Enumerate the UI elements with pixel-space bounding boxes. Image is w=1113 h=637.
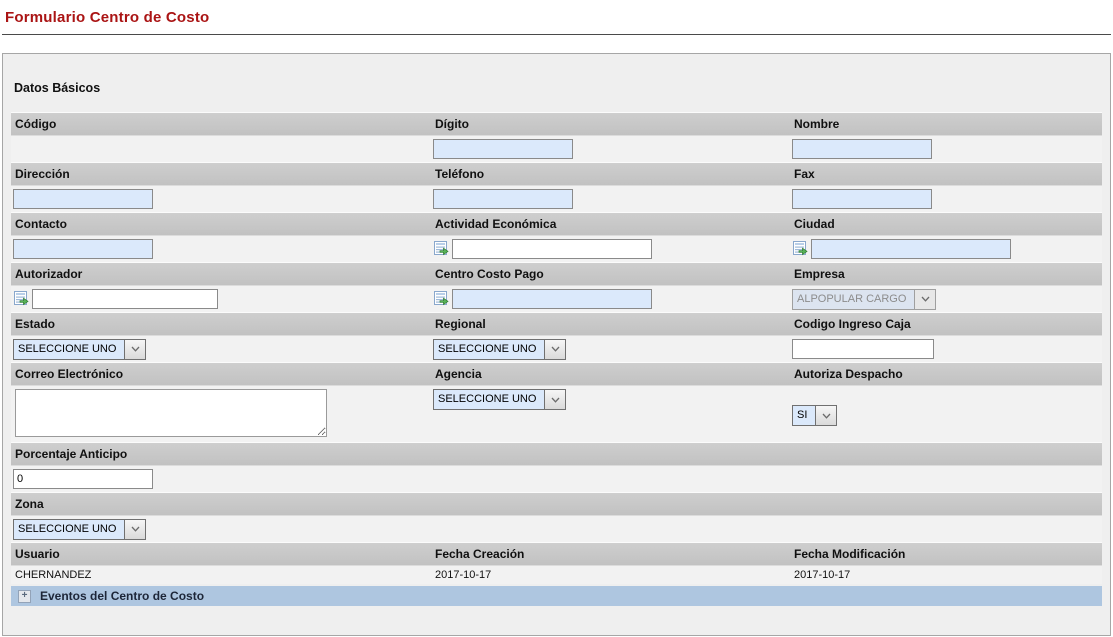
direccion-input[interactable] [13,189,153,209]
usuario-value: CHERNANDEZ [11,569,431,581]
nombre-label: Nombre [790,117,1102,131]
zona-select[interactable]: SELECCIONE UNO [13,519,146,540]
field-row-3 [11,236,1102,262]
contacto-input[interactable] [13,239,153,259]
eventos-header[interactable]: + Eventos del Centro de Costo [11,586,1102,606]
codigo-ingreso-caja-label: Codigo Ingreso Caja [790,317,1102,331]
autoriza-despacho-chevron-down-icon[interactable] [815,406,836,425]
datos-basicos-panel: Datos Básicos Código Dígito Nombre Direc… [2,53,1111,636]
autorizador-lookup-icon[interactable] [13,291,29,307]
porcentaje-anticipo-input[interactable] [13,469,153,489]
codigo-ingreso-caja-input[interactable] [792,339,934,359]
expand-plus-icon[interactable]: + [18,590,31,603]
fecha-creacion-label: Fecha Creación [431,547,790,561]
centro-costo-pago-label: Centro Costo Pago [431,267,790,281]
ciudad-lookup-icon[interactable] [792,241,808,257]
agencia-select[interactable]: SELECCIONE UNO [433,389,566,410]
field-row-4: ALPOPULAR CARGO [11,286,1102,312]
value-row-9: CHERNANDEZ 2017-10-17 2017-10-17 [11,566,1102,584]
estado-chevron-down-icon[interactable] [124,340,145,359]
field-row-2 [11,186,1102,212]
telefono-label: Teléfono [431,167,790,181]
field-row-5: SELECCIONE UNO SELECCIONE UNO [11,336,1102,362]
porcentaje-anticipo-label: Porcentaje Anticipo [11,447,431,461]
direccion-label: Dirección [11,167,431,181]
actividad-economica-label: Actividad Económica [431,217,790,231]
label-row-8: Zona [11,492,1102,516]
label-row-2: Dirección Teléfono Fax [11,162,1102,186]
regional-select[interactable]: SELECCIONE UNO [433,339,566,360]
label-row-9: Usuario Fecha Creación Fecha Modificació… [11,542,1102,566]
ciudad-input[interactable] [811,239,1011,259]
autoriza-despacho-select[interactable]: SI [792,405,837,426]
label-row-6: Correo Electrónico Agencia Autoriza Desp… [11,362,1102,386]
digito-input[interactable] [433,139,573,159]
autoriza-despacho-label: Autoriza Despacho [790,367,1102,381]
title-divider [2,34,1111,35]
agencia-chevron-down-icon[interactable] [544,390,565,409]
empresa-label: Empresa [790,267,1102,281]
contacto-label: Contacto [11,217,431,231]
empresa-select: ALPOPULAR CARGO [792,289,936,310]
nombre-input[interactable] [792,139,932,159]
estado-select-value: SELECCIONE UNO [14,340,124,359]
label-row-7: Porcentaje Anticipo [11,442,1102,466]
actividad-economica-input[interactable] [452,239,652,259]
page-title: Formulario Centro de Costo [0,0,1113,26]
empresa-chevron-down-icon [914,290,935,309]
usuario-label: Usuario [11,547,431,561]
zona-select-value: SELECCIONE UNO [14,520,124,539]
field-row-8: SELECCIONE UNO [11,516,1102,542]
correo-electronico-textarea[interactable] [15,389,327,437]
codigo-label: Código [11,117,431,131]
correo-electronico-label: Correo Electrónico [11,367,431,381]
autorizador-input[interactable] [32,289,218,309]
centro-costo-pago-lookup-icon[interactable] [433,291,449,307]
fecha-modificacion-label: Fecha Modificación [790,547,1102,561]
agencia-select-value: SELECCIONE UNO [434,390,544,409]
field-row-1 [11,136,1102,162]
telefono-input[interactable] [433,189,573,209]
zona-label: Zona [11,497,431,511]
field-row-6: SELECCIONE UNO SI [11,386,1102,442]
estado-select[interactable]: SELECCIONE UNO [13,339,146,360]
cost-center-form: Código Dígito Nombre Dirección Teléfono … [11,112,1102,606]
fecha-creacion-value: 2017-10-17 [431,569,790,581]
estado-label: Estado [11,317,431,331]
autoriza-despacho-select-value: SI [793,406,815,425]
label-row-5: Estado Regional Codigo Ingreso Caja [11,312,1102,336]
zona-chevron-down-icon[interactable] [124,520,145,539]
field-row-7 [11,466,1102,492]
fecha-modificacion-value: 2017-10-17 [790,569,1102,581]
regional-select-value: SELECCIONE UNO [434,340,544,359]
empresa-select-value: ALPOPULAR CARGO [793,290,914,309]
autorizador-label: Autorizador [11,267,431,281]
fax-label: Fax [790,167,1102,181]
fax-input[interactable] [792,189,932,209]
digito-label: Dígito [431,117,790,131]
regional-chevron-down-icon[interactable] [544,340,565,359]
centro-costo-pago-input[interactable] [452,289,652,309]
actividad-economica-lookup-icon[interactable] [433,241,449,257]
regional-label: Regional [431,317,790,331]
agencia-label: Agencia [431,367,790,381]
ciudad-label: Ciudad [790,217,1102,231]
label-row-4: Autorizador Centro Costo Pago Empresa [11,262,1102,286]
label-row-1: Código Dígito Nombre [11,112,1102,136]
section-title: Datos Básicos [14,81,1110,95]
eventos-title: Eventos del Centro de Costo [40,589,204,603]
label-row-3: Contacto Actividad Económica Ciudad [11,212,1102,236]
